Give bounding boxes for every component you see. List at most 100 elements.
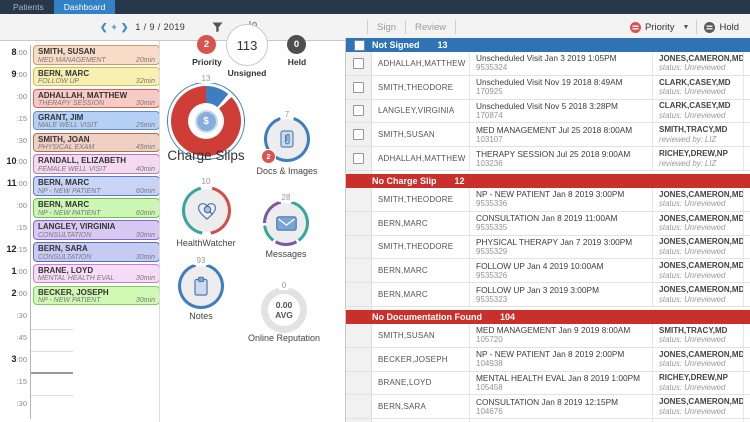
row-visit-id: 170874 bbox=[476, 110, 503, 120]
row-gutter bbox=[346, 371, 372, 395]
worklist-row[interactable]: SMITH,THEODORE Unscheduled Visit Nov 19 … bbox=[346, 75, 750, 100]
section-count: 13 bbox=[437, 40, 448, 50]
row-extra-column bbox=[743, 371, 750, 395]
appointment-block[interactable]: BRANE, LOYD MENTAL HEALTH EVAL 30min bbox=[33, 263, 160, 284]
worklist-row[interactable]: SMITH,THEODORE NP - NEW PATIENT Jan 8 20… bbox=[346, 187, 750, 212]
unsigned-count-badge[interactable]: 113 bbox=[226, 24, 268, 66]
tab-patients[interactable]: Patients bbox=[3, 0, 54, 14]
appointment-block[interactable]: BECKER, JOSEPH NP - NEW PATIENT 30min bbox=[33, 285, 160, 306]
row-checkbox[interactable] bbox=[353, 105, 364, 117]
schedule-time-label: 2:00 bbox=[11, 287, 27, 298]
appointment-type: MED MANAGEMENT bbox=[38, 56, 106, 64]
appointment-duration: 30min bbox=[135, 253, 155, 261]
worklist-row[interactable]: SMITH,THEODORE PHYSICAL THERAPY Jan 7 20… bbox=[346, 235, 750, 260]
prev-day-icon[interactable]: ❮ bbox=[100, 22, 108, 33]
section-header[interactable]: No Documentation Found 104 bbox=[346, 309, 750, 324]
row-review-status: reviewed by: LIZ bbox=[659, 134, 717, 144]
current-date[interactable]: 1 / 9 / 2019 bbox=[135, 22, 185, 32]
schedule-time-label: 11:00 bbox=[7, 178, 27, 189]
schedule-panel[interactable]: 8:00 SMITH, SUSAN MED MANAGEMENT 20min 9… bbox=[0, 41, 160, 422]
schedule-slot: 12:15 BERN, SARA CONSULTATION 30min bbox=[0, 242, 160, 264]
row-review-status: status: Unreviewed bbox=[659, 110, 726, 120]
review-button[interactable]: Review bbox=[406, 20, 455, 35]
row-review-status: status: Unreviewed bbox=[659, 87, 726, 97]
worklist-row[interactable]: BECKER,JOSEPH NP - NEW PATIENT Jan 8 201… bbox=[346, 347, 750, 372]
charge-slips-donut[interactable]: $ bbox=[171, 86, 241, 156]
appointment-duration: 45min bbox=[135, 144, 155, 152]
appointment-block[interactable]: BERN, MARC NP - NEW PATIENT 60min bbox=[33, 198, 160, 218]
priority-label: Priority bbox=[192, 57, 222, 67]
schedule-time-label: 10:00 bbox=[6, 156, 27, 167]
appointment-block[interactable]: GRANT, JIM MALE WELL VISIT 25min bbox=[33, 110, 160, 131]
section-select-all-checkbox[interactable] bbox=[354, 39, 365, 51]
row-extra-column bbox=[743, 147, 750, 170]
worklist-row[interactable]: LANGLEY,VIRGINIA Unscheduled Visit Nov 5… bbox=[346, 99, 750, 124]
worklist-row[interactable]: SMITH,SUSAN MED MANAGEMENT Jul 25 2018 8… bbox=[346, 123, 750, 148]
worklist-row[interactable]: BERN,MARC FOLLOW UP Jan 4 2019 10:00AM 9… bbox=[346, 259, 750, 284]
worklist-row[interactable]: SMITH,SUSAN MED MANAGEMENT Jan 9 2019 8:… bbox=[346, 323, 750, 348]
hold-button[interactable]: Hold bbox=[697, 21, 746, 33]
row-visit-description: MENTAL HEALTH EVAL Jan 8 2019 1:00PM bbox=[476, 372, 641, 383]
online-reputation-widget[interactable]: 0.00 AVG bbox=[261, 287, 307, 333]
section-header[interactable]: Not Signed 13 bbox=[346, 38, 750, 52]
row-gutter bbox=[346, 323, 372, 347]
appointment-block[interactable]: LANGLEY, VIRGINIA CONSULTATION 30min bbox=[33, 220, 160, 240]
app-window: Patients Dashboard ❮ + ❯ 1 / 9 / 2019 Si… bbox=[0, 0, 750, 422]
worklist-row[interactable]: ADHALLAH,MATTHEW THERAPY SESSION Jul 25 … bbox=[346, 147, 750, 171]
notes-label: Notes bbox=[189, 311, 213, 321]
appointment-block[interactable]: ADHALLAH, MATTHEW THERAPY SESSION 30min bbox=[33, 88, 160, 109]
row-visit-id: 9535336 bbox=[476, 199, 508, 209]
worklist-panel[interactable]: Not Signed 13 ADHALLAH,MATTHEW Unschedul… bbox=[345, 38, 750, 422]
schedule-time-label: :30 bbox=[16, 135, 27, 145]
row-provider-name: RICHEY,DREW,NP bbox=[659, 149, 728, 159]
row-review-status: status: Unreviewed bbox=[659, 335, 726, 345]
row-review-status: status: Unreviewed bbox=[659, 406, 726, 416]
row-visit-id: 105720 bbox=[476, 335, 503, 345]
appointment-block[interactable]: BERN, MARC NP - NEW PATIENT 60min bbox=[33, 176, 160, 196]
row-checkbox[interactable] bbox=[353, 57, 364, 69]
healthwatcher-widget[interactable] bbox=[182, 186, 231, 235]
row-patient-name: SMITH,THEODORE bbox=[378, 82, 454, 92]
worklist-row[interactable]: BRANE,LOYD MENTAL HEALTH EVAL Jan 8 2019… bbox=[346, 371, 750, 396]
appointment-block[interactable]: RANDALL, ELIZABETH FEMALE WELL VISIT 40m… bbox=[33, 154, 160, 174]
messages-widget[interactable] bbox=[263, 200, 309, 246]
row-gutter bbox=[346, 187, 372, 211]
priority-count-badge[interactable]: 2 bbox=[197, 35, 216, 54]
worklist-row[interactable]: BERN,MARC FOLLOW UP Jan 3 2019 3:00PM 95… bbox=[346, 283, 750, 307]
appointment-block[interactable]: BERN, SARA CONSULTATION 30min bbox=[33, 242, 160, 262]
worklist-row[interactable]: ADHALLAH,MATTHEW Unscheduled Visit Jan 3… bbox=[346, 52, 750, 76]
row-checkbox[interactable] bbox=[353, 129, 364, 141]
notes-widget[interactable] bbox=[178, 263, 224, 309]
sign-button[interactable]: Sign bbox=[368, 20, 405, 35]
priority-button[interactable]: Priority ▼ bbox=[623, 21, 697, 33]
row-provider-name: JONES,CAMERON,MD bbox=[659, 285, 743, 295]
schedule-time-label: 9:00 bbox=[11, 68, 27, 79]
worklist-row[interactable]: BERN,SARA CONSULTATION Jan 8 2019 12:15P… bbox=[346, 395, 750, 420]
row-gutter bbox=[346, 395, 372, 419]
tab-dashboard[interactable]: Dashboard bbox=[53, 0, 116, 14]
schedule-time-label: :15 bbox=[16, 223, 27, 233]
notes-count: 93 bbox=[193, 256, 209, 265]
schedule-slot: :15 GRANT, JIM MALE WELL VISIT 25min bbox=[0, 110, 160, 133]
row-gutter bbox=[346, 283, 372, 306]
appointment-block[interactable]: SMITH, JOAN PHYSICAL EXAM 45min bbox=[33, 132, 160, 153]
row-checkbox[interactable] bbox=[353, 153, 364, 165]
appointment-block[interactable]: SMITH, SUSAN MED MANAGEMENT 20min bbox=[33, 45, 160, 65]
filter-icon[interactable] bbox=[212, 14, 223, 40]
held-count-badge[interactable]: 0 bbox=[287, 35, 306, 54]
row-checkbox[interactable] bbox=[353, 81, 364, 93]
worklist-row[interactable]: BERN,MARC CONSULTATION Jan 8 2019 11:00A… bbox=[346, 211, 750, 236]
section-header[interactable]: No Charge Slip 12 bbox=[346, 173, 750, 188]
row-patient-name: SMITH,THEODORE bbox=[378, 242, 454, 252]
next-day-icon[interactable]: ❯ bbox=[121, 22, 129, 33]
row-review-status: status: Unreviewed bbox=[659, 199, 726, 209]
row-review-status: status: Unreviewed bbox=[659, 294, 726, 304]
row-extra-column bbox=[743, 323, 750, 347]
appointment-duration: 32min bbox=[135, 78, 155, 86]
row-patient-name: ADHALLAH,MATTHEW bbox=[378, 154, 466, 164]
add-day-icon[interactable]: + bbox=[112, 22, 117, 32]
row-visit-id: 9535326 bbox=[476, 270, 508, 280]
section-filler bbox=[346, 170, 750, 174]
charge-slips-count: 13 bbox=[198, 74, 214, 83]
appointment-block[interactable]: BERN, MARC FOLLOW UP 32min bbox=[33, 66, 160, 87]
